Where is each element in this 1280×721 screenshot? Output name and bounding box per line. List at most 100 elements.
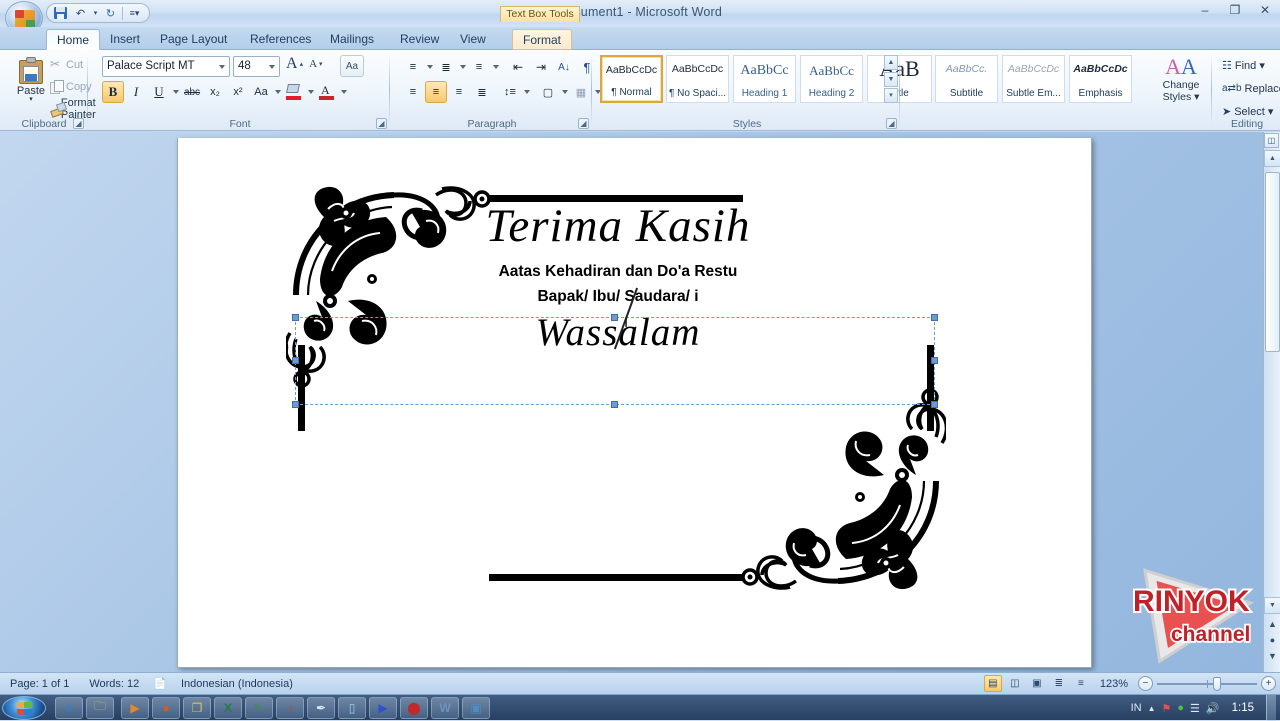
styles-scroll-up-button[interactable]: ▲ xyxy=(884,55,898,70)
zoom-slider-knob[interactable] xyxy=(1213,676,1221,691)
tab-insert[interactable]: Insert xyxy=(100,29,150,50)
numbering-button[interactable]: ≣ xyxy=(435,56,457,78)
strikethrough-button[interactable]: abc xyxy=(181,81,203,103)
media-player-icon[interactable]: ▶ xyxy=(121,696,149,719)
resize-handle-top-center[interactable] xyxy=(611,314,618,321)
notepad-icon[interactable]: ▯ xyxy=(338,696,366,719)
doc-title-terima-kasih[interactable]: Terima Kasih xyxy=(328,193,908,259)
selected-text-box[interactable] xyxy=(292,314,938,408)
tab-references[interactable]: References xyxy=(240,29,321,50)
resize-handle-bottom-center[interactable] xyxy=(611,401,618,408)
tab-review[interactable]: Review xyxy=(390,29,449,50)
paragraph-dialog-launcher[interactable]: ◢ xyxy=(578,118,589,129)
highlight-dropdown-icon[interactable] xyxy=(306,81,315,103)
maximize-button[interactable]: ❐ xyxy=(1226,3,1244,17)
full-screen-reading-view-button[interactable]: ◫ xyxy=(1006,675,1024,692)
shading-dropdown-icon[interactable] xyxy=(560,81,569,103)
align-center-button[interactable]: ≡ xyxy=(425,81,447,103)
sort-button[interactable]: A↓ xyxy=(553,56,575,78)
superscript-button[interactable]: x² xyxy=(227,81,249,103)
numbering-dropdown-icon[interactable] xyxy=(458,56,467,78)
corel-icon[interactable]: ▶ xyxy=(369,696,397,719)
folder-apps-icon[interactable]: ❐ xyxy=(183,696,211,719)
show-hidden-icons-button[interactable]: ▲ xyxy=(1148,704,1156,713)
proofing-errors-icon[interactable]: 📄 xyxy=(149,677,171,690)
styles-more-button[interactable]: ▾ xyxy=(884,88,898,103)
font-size-input[interactable]: 48 xyxy=(233,56,280,77)
styles-scroll-down-button[interactable]: ▼ xyxy=(884,71,898,87)
subscript-button[interactable]: x₂ xyxy=(204,81,226,103)
music-note-icon[interactable]: ♪ xyxy=(276,696,304,719)
internet-explorer-icon[interactable]: e xyxy=(55,696,83,719)
draft-view-button[interactable]: ≡ xyxy=(1072,675,1090,692)
underline-button[interactable]: U xyxy=(148,81,170,103)
word-count[interactable]: Words: 12 xyxy=(79,678,149,690)
find-button[interactable]: ☷ Find ▾ xyxy=(1218,55,1280,76)
page-indicator[interactable]: Page: 1 of 1 xyxy=(0,678,79,690)
change-case-dropdown-icon[interactable] xyxy=(273,81,282,103)
resize-handle-bottom-right[interactable] xyxy=(931,401,938,408)
shrink-font-button[interactable]: A xyxy=(309,55,317,73)
tab-home[interactable]: Home xyxy=(46,29,101,50)
tab-page-layout[interactable]: Page Layout xyxy=(150,29,237,50)
borders-button[interactable]: ▦ xyxy=(570,81,592,103)
align-left-button[interactable]: ≡ xyxy=(402,81,424,103)
bullets-button[interactable]: ≡ xyxy=(402,56,424,78)
align-right-button[interactable]: ≡ xyxy=(448,81,470,103)
language-bar-indicator[interactable]: IN xyxy=(1131,702,1142,714)
web-layout-view-button[interactable]: ▣ xyxy=(1028,675,1046,692)
chevron-down-icon[interactable] xyxy=(269,65,275,69)
bullets-dropdown-icon[interactable] xyxy=(425,56,434,78)
shading-button[interactable]: ▢ xyxy=(537,81,559,103)
document-page[interactable]: Terima Kasih Aatas Kehadiran dan Do'a Re… xyxy=(177,138,1092,668)
paint-icon[interactable]: ✎ xyxy=(245,696,273,719)
text-highlight-color-button[interactable] xyxy=(283,81,305,103)
font-color-dropdown-icon[interactable] xyxy=(339,81,348,103)
replace-button[interactable]: a⇄b Replace xyxy=(1218,78,1280,99)
decrease-indent-button[interactable]: ⇤ xyxy=(507,56,529,78)
line-spacing-dropdown-icon[interactable] xyxy=(522,81,531,103)
style-subtitle[interactable]: AaBbCc. Subtitle xyxy=(935,55,998,103)
font-name-input[interactable]: Palace Script MT xyxy=(102,56,230,77)
font-color-button[interactable]: A xyxy=(316,81,338,103)
tab-view[interactable]: View xyxy=(450,29,496,50)
multilevel-dropdown-icon[interactable] xyxy=(491,56,500,78)
scrollbar-thumb[interactable] xyxy=(1265,172,1280,352)
change-case-button[interactable]: Aa xyxy=(250,81,272,103)
start-button[interactable] xyxy=(2,695,46,720)
excel-icon[interactable]: X xyxy=(214,696,242,719)
style-normal[interactable]: AaBbCcDc ¶ Normal xyxy=(600,55,663,103)
line-spacing-button[interactable]: ↕≡ xyxy=(499,81,521,103)
language-indicator[interactable]: Indonesian (Indonesia) xyxy=(171,678,303,690)
photo-app-icon[interactable]: ⬤ xyxy=(400,696,428,719)
style-heading-1[interactable]: AaBbCс Heading 1 xyxy=(733,55,796,103)
zoom-level[interactable]: 123% xyxy=(1094,678,1134,690)
tab-mailings[interactable]: Mailings xyxy=(320,29,384,50)
zoom-out-button[interactable]: − xyxy=(1138,676,1153,691)
clipboard-dialog-launcher[interactable]: ◢ xyxy=(73,118,84,129)
style-subtle-emphasis[interactable]: AaBbCcDc Subtle Em... xyxy=(1002,55,1065,103)
style-emphasis[interactable]: AaBbCcDc Emphasis xyxy=(1069,55,1132,103)
increase-indent-button[interactable]: ⇥ xyxy=(530,56,552,78)
security-shield-icon[interactable]: ● xyxy=(1177,702,1184,714)
clear-formatting-button[interactable]: Aa xyxy=(340,55,364,77)
tab-format[interactable]: Format xyxy=(512,29,573,50)
resize-handle-middle-left[interactable] xyxy=(292,357,299,364)
resize-handle-middle-right[interactable] xyxy=(931,357,938,364)
show-desktop-button[interactable] xyxy=(1266,695,1276,721)
grow-font-button[interactable]: A xyxy=(286,55,298,73)
resize-handle-bottom-left[interactable] xyxy=(292,401,299,408)
underline-dropdown-icon[interactable] xyxy=(171,81,180,103)
network-error-icon[interactable]: ⚑ xyxy=(1162,702,1172,715)
volume-icon[interactable]: 🔊 xyxy=(1206,702,1220,715)
zoom-in-button[interactable]: + xyxy=(1261,676,1276,691)
view-ruler-button[interactable]: ◫ xyxy=(1264,133,1279,148)
scroll-up-button[interactable]: ▲ xyxy=(1264,150,1280,167)
styles-dialog-launcher[interactable]: ◢ xyxy=(886,118,897,129)
multilevel-list-button[interactable]: ≡ xyxy=(468,56,490,78)
firefox-icon[interactable]: ● xyxy=(152,696,180,719)
style-no-spacing[interactable]: AaBbCcDc ¶ No Spaci... xyxy=(666,55,729,103)
print-layout-view-button[interactable]: ▤ xyxy=(983,675,1002,692)
paste-dropdown-icon[interactable]: ▾ xyxy=(29,96,33,103)
minimize-button[interactable]: – xyxy=(1196,3,1214,17)
